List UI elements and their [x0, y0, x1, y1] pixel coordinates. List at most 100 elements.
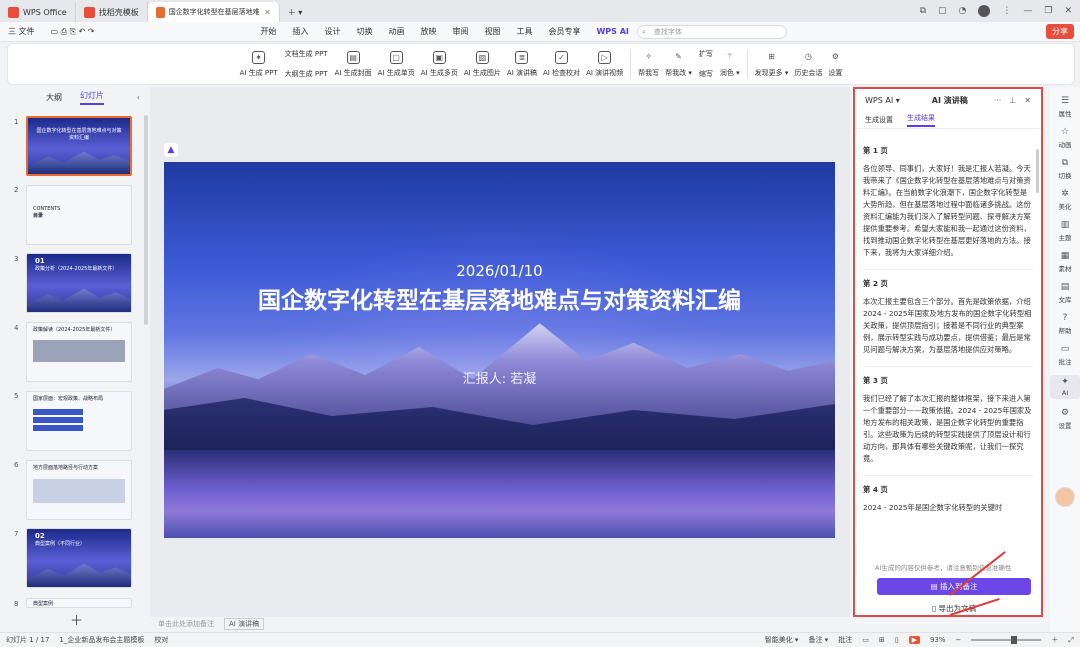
- polish-button[interactable]: ⚚ 润色 ▾: [717, 51, 743, 78]
- slide-thumbnail-1[interactable]: 国企数字化转型在基层落地难点与对策资料汇编: [26, 116, 132, 176]
- slide-thumbnail-7[interactable]: 02 典型案例（不同行业）: [26, 528, 132, 588]
- pin-icon[interactable]: ⊥: [1009, 96, 1016, 105]
- sidebar-settings[interactable]: ⚙ 设置: [1050, 408, 1080, 430]
- more-icon[interactable]: ···: [994, 96, 1002, 105]
- close-window-icon[interactable]: ✕: [1064, 6, 1072, 16]
- share-button[interactable]: 分享: [1046, 24, 1074, 39]
- menu-home[interactable]: 开始: [252, 26, 284, 37]
- avatar[interactable]: [978, 5, 991, 17]
- sidebar-library[interactable]: ▤ 文库: [1050, 282, 1080, 304]
- add-slide-button[interactable]: ＋: [70, 610, 83, 629]
- speech-content[interactable]: 第 1 页 各位领导、同事们，大家好！我是汇报人若凝。今天我带来了《国企数字化转…: [863, 141, 1033, 549]
- sidebar-beautify[interactable]: ✲ 美化: [1050, 189, 1080, 211]
- history-button[interactable]: ◷ 历史会话: [791, 51, 825, 78]
- notes-toggle[interactable]: 备注 ▾: [808, 635, 828, 645]
- tab-wps-office[interactable]: WPS Office: [0, 2, 76, 22]
- slide-thumbnail-4[interactable]: 政策解读（2024-2025年最新文件）: [26, 322, 132, 382]
- ai-proofread-button[interactable]: ✓ AI 检查校对: [540, 50, 583, 78]
- menu-member[interactable]: 会员专享: [540, 26, 588, 37]
- restore-icon[interactable]: ❐: [1044, 6, 1052, 16]
- menu-design[interactable]: 设计: [316, 26, 348, 37]
- search-input[interactable]: 查找字体: [636, 24, 787, 39]
- ai-image-button[interactable]: ▨ AI 生成图片: [461, 50, 504, 78]
- discover-more-button[interactable]: ⊞ 发现更多 ▾: [752, 51, 792, 78]
- outline-to-ppt-button[interactable]: 大纲生成 PPT: [285, 69, 328, 79]
- shrink-button[interactable]: 缩写: [699, 69, 713, 79]
- help-write-button[interactable]: ✧ 帮我写: [635, 51, 662, 78]
- menu-insert[interactable]: 插入: [284, 26, 316, 37]
- slide-thumbnail-3[interactable]: 01 政策分析（2024-2025年最新文件）: [26, 253, 132, 313]
- smart-beautify-button[interactable]: 智能美化 ▾: [765, 635, 799, 645]
- ai-speech-button[interactable]: ≣ AI 演讲稿: [504, 50, 540, 78]
- sorter-view-icon[interactable]: ⊞: [879, 636, 885, 644]
- sidebar-ai[interactable]: ✦ AI: [1050, 375, 1080, 399]
- minimize-icon[interactable]: —: [1023, 6, 1032, 16]
- comments-toggle[interactable]: 批注: [838, 635, 852, 645]
- settings-button[interactable]: ⚙ 设置: [825, 51, 845, 78]
- template-name[interactable]: 1_企业新品发布会主题模板: [59, 635, 144, 645]
- sidebar-theme[interactable]: ▥ 主题: [1050, 220, 1080, 242]
- menu-wps-ai[interactable]: WPS AI: [588, 27, 636, 36]
- sidebar-help[interactable]: ? 帮助: [1050, 313, 1080, 335]
- menu-animation[interactable]: 动画: [380, 26, 412, 37]
- help-edit-button[interactable]: ✎ 帮我改 ▾: [662, 51, 695, 78]
- ai-video-button[interactable]: ▷ AI 演讲视频: [583, 50, 626, 78]
- fit-icon[interactable]: ⤢: [1068, 636, 1074, 645]
- collapse-icon[interactable]: ‹: [137, 93, 140, 102]
- close-tab-icon[interactable]: ✕: [264, 8, 271, 17]
- tab-generate-result[interactable]: 生成结果: [907, 113, 935, 127]
- slide-thumbnail-2[interactable]: CONTENTS 目录: [26, 185, 132, 245]
- save-icon[interactable]: ▭ ⎙ ⎘ ↶ ↷: [43, 27, 103, 37]
- menu-icon[interactable]: ⋮: [1002, 6, 1011, 16]
- new-tab-button[interactable]: ＋ ▾: [280, 2, 311, 22]
- zoom-level[interactable]: 93%: [930, 636, 946, 644]
- speech-scrollbar[interactable]: [1036, 149, 1039, 193]
- zoom-in-icon[interactable]: ＋: [1051, 635, 1058, 645]
- sidebar-assets[interactable]: ▦ 素材: [1050, 251, 1080, 273]
- slide-thumbnail-6[interactable]: 地方层面落地路径与行动方案: [26, 460, 132, 520]
- notes-input[interactable]: 单击此处添加备注: [158, 619, 214, 629]
- zoom-slider[interactable]: [971, 636, 1042, 644]
- layout-icon[interactable]: ⧉: [920, 6, 926, 16]
- ai-float-icon[interactable]: ▲: [164, 143, 178, 157]
- ai-speech-notes-button[interactable]: AI 演讲稿: [224, 618, 265, 630]
- menu-review[interactable]: 审阅: [444, 26, 476, 37]
- window-icon[interactable]: ▢: [938, 6, 947, 16]
- ai-multi-page-button[interactable]: ▣ AI 生成多页: [418, 50, 461, 78]
- doc-to-ppt-button[interactable]: 文档生成 PPT: [285, 49, 328, 59]
- slide-thumbnail-8[interactable]: 典型案例: [26, 598, 132, 608]
- slide-title[interactable]: 国企数字化转型在基层落地难点与对策资料汇编: [224, 286, 775, 317]
- play-button[interactable]: ▶: [908, 636, 920, 644]
- ai-single-page-button[interactable]: ▢ AI 生成单页: [375, 50, 418, 78]
- ai-generate-ppt-button[interactable]: ✦ AI 生成 PPT: [237, 50, 281, 78]
- tab-outline[interactable]: 大纲: [46, 92, 62, 103]
- ai-cover-button[interactable]: ▤ AI 生成封面: [332, 50, 375, 78]
- menu-slideshow[interactable]: 放映: [412, 26, 444, 37]
- bell-icon[interactable]: ◔: [959, 6, 967, 16]
- assistant-avatar[interactable]: [1055, 487, 1075, 507]
- menu-tools[interactable]: 工具: [508, 26, 540, 37]
- zoom-out-icon[interactable]: −: [956, 636, 962, 644]
- slide-date[interactable]: 2026/01/10: [164, 262, 835, 280]
- tab-template[interactable]: 找稻壳模板: [76, 2, 148, 22]
- sidebar-animation[interactable]: ☆ 动画: [1050, 127, 1080, 149]
- wps-ai-dropdown[interactable]: WPS AI ▾: [865, 96, 900, 105]
- reading-view-icon[interactable]: ▯: [895, 636, 899, 644]
- sidebar-comments[interactable]: ▭ 批注: [1050, 344, 1080, 366]
- slide-reporter[interactable]: 汇报人: 若凝: [164, 368, 835, 387]
- slide-thumbnail-5[interactable]: 国家层面：宏观政策、战略布局: [26, 391, 132, 451]
- panel-scrollbar[interactable]: [144, 115, 148, 325]
- normal-view-icon[interactable]: ▭: [862, 636, 869, 644]
- menu-transition[interactable]: 切换: [348, 26, 380, 37]
- expand-button[interactable]: 扩写: [699, 49, 713, 59]
- tab-generate-settings[interactable]: 生成设置: [865, 115, 893, 125]
- tab-slides[interactable]: 幻灯片: [80, 90, 104, 105]
- file-menu[interactable]: 三 文件: [0, 26, 43, 37]
- sidebar-properties[interactable]: ☰ 属性: [1050, 96, 1080, 118]
- slide-main[interactable]: 2026/01/10 国企数字化转型在基层落地难点与对策资料汇编 汇报人: 若凝: [164, 162, 835, 538]
- close-panel-icon[interactable]: ✕: [1024, 96, 1031, 105]
- tab-document[interactable]: 国企数字化转型在基层落地难点与…✕: [147, 2, 280, 22]
- sidebar-transition[interactable]: ⧉ 切换: [1050, 158, 1080, 180]
- menu-view[interactable]: 视图: [476, 26, 508, 37]
- proofread-button[interactable]: 校对: [154, 635, 168, 645]
